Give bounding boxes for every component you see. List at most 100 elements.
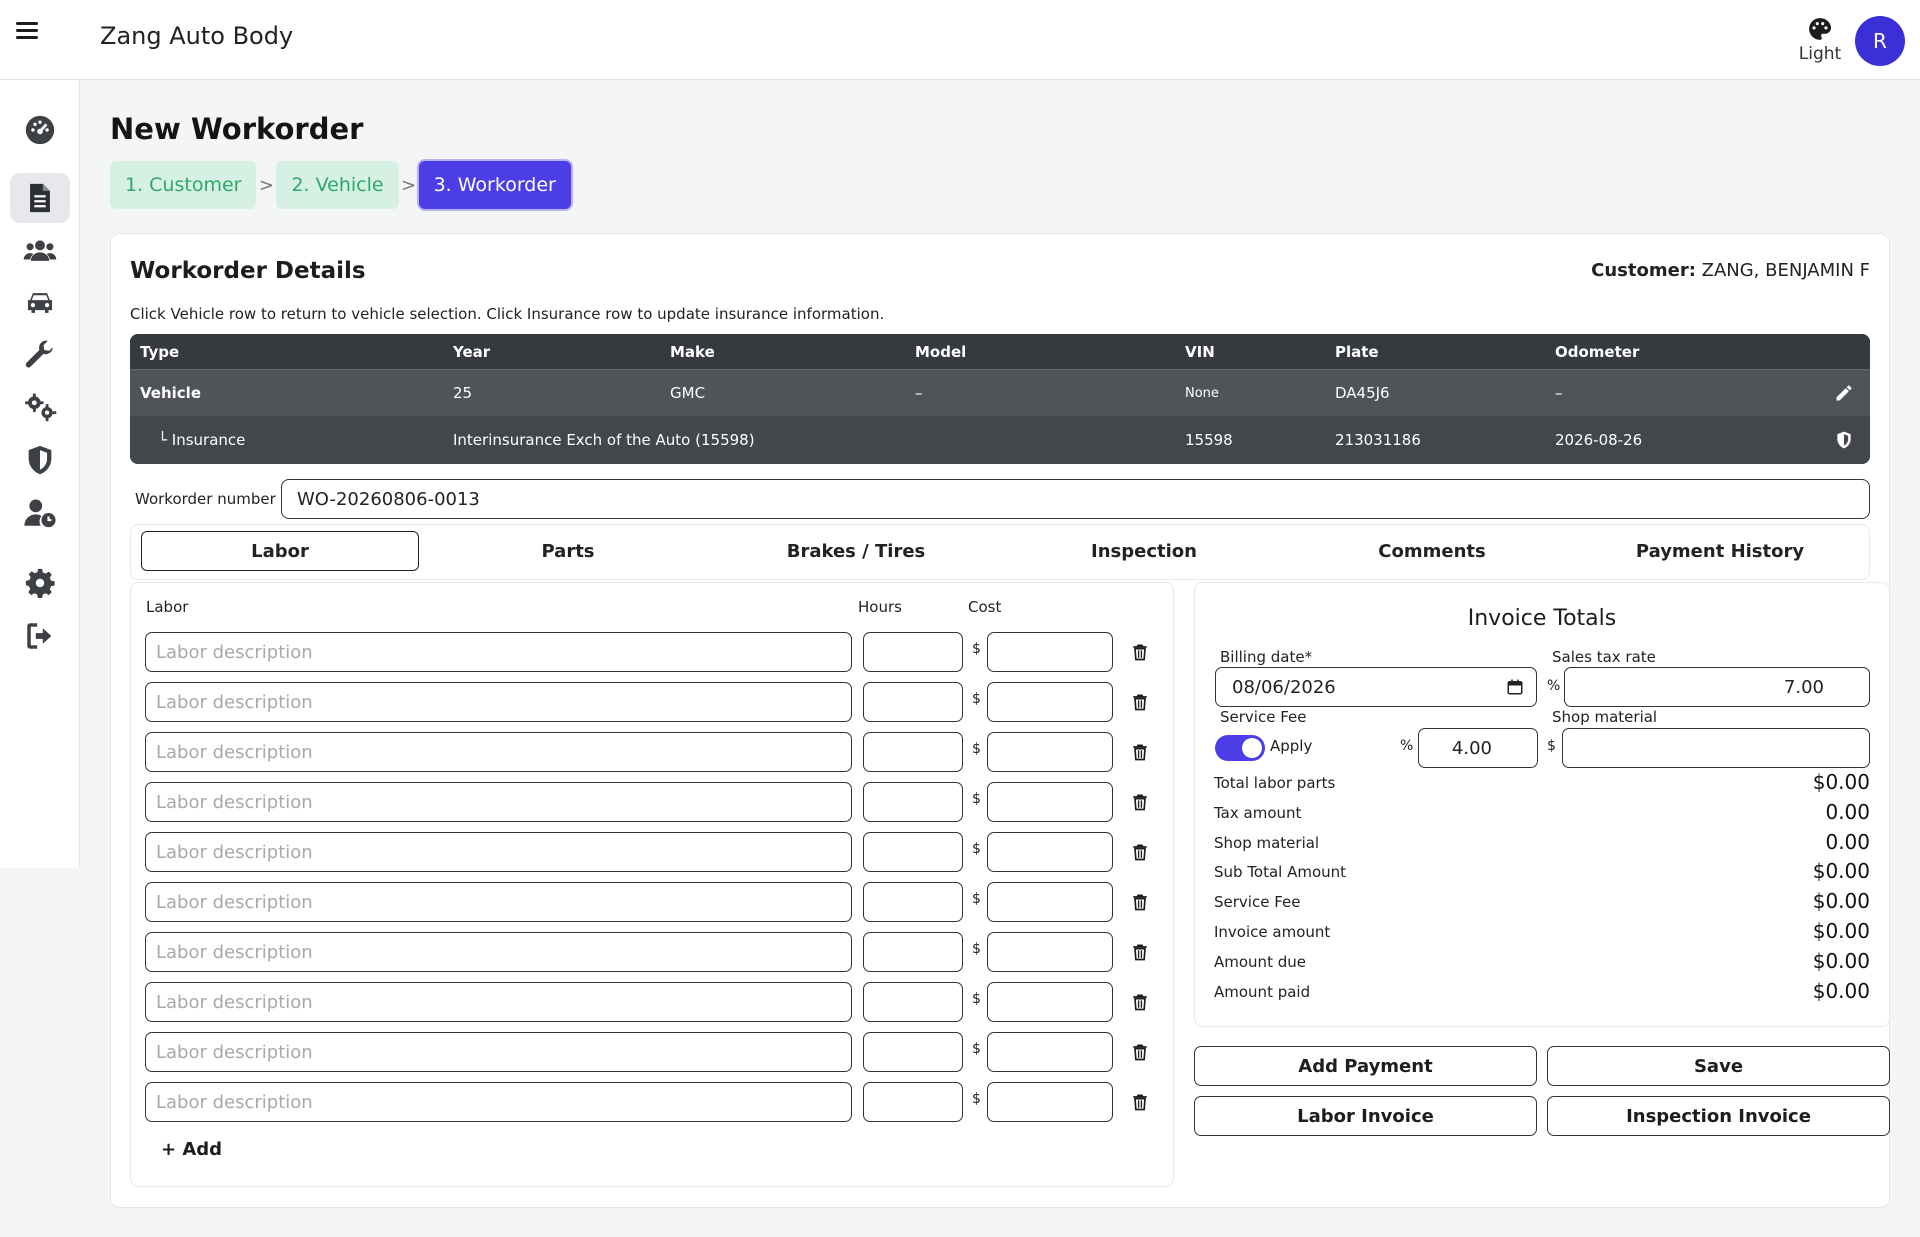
trash-icon[interactable] [1130,942,1150,962]
labor-invoice-button[interactable]: Labor Invoice [1194,1096,1537,1136]
step-workorder[interactable]: 3. Workorder [418,161,571,209]
labor-description-input[interactable]: Labor description [145,632,852,672]
header-type: Type [140,342,180,361]
workorder-number-input[interactable]: WO-20260806-0013 [281,479,1870,519]
labor-description-input[interactable]: Labor description [145,932,852,972]
service-fee-toggle[interactable] [1215,735,1265,761]
avatar[interactable]: R [1855,16,1905,66]
theme-toggle-button[interactable]: Light [1790,16,1850,64]
trash-icon[interactable] [1130,892,1150,912]
workorder-number-label: Workorder number [135,490,276,508]
cost-input[interactable] [987,632,1113,672]
step-customer[interactable]: 1. Customer [110,161,257,209]
trash-icon[interactable] [1130,642,1150,662]
cost-input[interactable] [987,732,1113,772]
add-payment-button[interactable]: Add Payment [1194,1046,1537,1086]
save-button[interactable]: Save [1547,1046,1890,1086]
labor-description-input[interactable]: Labor description [145,782,852,822]
labor-description-input[interactable]: Labor description [145,882,852,922]
hours-input[interactable] [863,1032,963,1072]
cost-input[interactable] [987,1082,1113,1122]
service-fee-input[interactable]: 4.00 [1418,728,1538,768]
sidebar-item-insurance[interactable] [10,435,70,485]
tab-brakes-tires[interactable]: Brakes / Tires [717,531,995,571]
labor-description-input[interactable]: Labor description [145,982,852,1022]
trash-icon[interactable] [1130,1092,1150,1112]
insurance-code: 15598 [1185,431,1233,449]
hours-column-label: Hours [858,598,902,616]
labor-row: Labor description $ [145,882,1155,922]
tab-payment-history[interactable]: Payment History [1581,531,1859,571]
trash-icon[interactable] [1130,992,1150,1012]
vehicle-make: GMC [670,384,706,402]
cost-input[interactable] [987,882,1113,922]
total-row: Amount due $0.00 [1214,949,1870,975]
sidebar-item-vehicles[interactable] [10,278,70,328]
sidebar-item-customers[interactable] [10,226,70,276]
header-make: Make [670,342,715,361]
cost-input[interactable] [987,932,1113,972]
customer-label: Customer: [1591,260,1696,281]
sidebar-item-settings[interactable] [10,558,70,608]
labor-row: Labor description $ [145,1082,1155,1122]
tax-percent-symbol: % [1547,678,1561,694]
tab-labor[interactable]: Labor [141,531,419,571]
hours-input[interactable] [863,732,963,772]
hours-input[interactable] [863,1082,963,1122]
hours-input[interactable] [863,832,963,872]
cost-currency-symbol: $ [972,991,981,1007]
sidebar-item-workorders[interactable] [10,173,70,223]
cost-input[interactable] [987,982,1113,1022]
cost-input[interactable] [987,782,1113,822]
billing-date-input[interactable]: 08/06/2026 [1215,667,1537,707]
labor-description-input[interactable]: Labor description [145,1032,852,1072]
insurance-row[interactable]: └ Insurance Interinsurance Exch of the A… [130,416,1870,464]
labor-description-input[interactable]: Labor description [145,1082,852,1122]
vehicle-row[interactable]: Vehicle 25 GMC – None DA45J6 – [130,370,1870,416]
trash-icon[interactable] [1130,742,1150,762]
cost-input[interactable] [987,682,1113,722]
sidebar-item-accounts[interactable] [10,488,70,538]
step-vehicle[interactable]: 2. Vehicle [276,161,399,209]
vehicle-year: 25 [453,384,473,402]
cost-input[interactable] [987,832,1113,872]
hours-input[interactable] [863,632,963,672]
sidebar-item-logout[interactable] [10,611,70,661]
total-label: Invoice amount [1214,923,1331,941]
labor-description-input[interactable]: Labor description [145,732,852,772]
inspection-invoice-button[interactable]: Inspection Invoice [1547,1096,1890,1136]
tab-comments[interactable]: Comments [1293,531,1571,571]
hours-input[interactable] [863,882,963,922]
tab-inspection[interactable]: Inspection [1005,531,1283,571]
labor-row: Labor description $ [145,732,1155,772]
hours-input[interactable] [863,932,963,972]
sidebar-item-tools[interactable] [10,330,70,380]
total-label: Amount paid [1214,983,1311,1001]
calendar-icon[interactable] [1506,678,1524,696]
pencil-icon[interactable] [1834,383,1854,403]
sales-tax-input[interactable]: 7.00 [1564,667,1870,707]
hours-input[interactable] [863,682,963,722]
theme-label: Light [1798,44,1842,64]
insurance-expiry: 2026-08-26 [1555,431,1643,449]
trash-icon[interactable] [1130,1042,1150,1062]
sidebar-item-services[interactable] [10,382,70,432]
shield-icon[interactable] [1834,430,1854,450]
workorder-tabs: Labor Parts Brakes / Tires Inspection Co… [130,524,1870,580]
trash-icon[interactable] [1130,692,1150,712]
cost-input[interactable] [987,1032,1113,1072]
sidebar-item-dashboard[interactable] [10,105,70,155]
labor-row: Labor description $ [145,982,1155,1022]
shop-material-input[interactable] [1562,728,1870,768]
labor-description-input[interactable]: Labor description [145,832,852,872]
trash-icon[interactable] [1130,792,1150,812]
tab-parts[interactable]: Parts [429,531,707,571]
total-value: $0.00 [1812,949,1870,973]
add-labor-button[interactable]: + Add [161,1139,222,1160]
menu-icon[interactable] [16,18,46,48]
labor-description-input[interactable]: Labor description [145,682,852,722]
labor-row: Labor description $ [145,1032,1155,1072]
hours-input[interactable] [863,982,963,1022]
trash-icon[interactable] [1130,842,1150,862]
hours-input[interactable] [863,782,963,822]
